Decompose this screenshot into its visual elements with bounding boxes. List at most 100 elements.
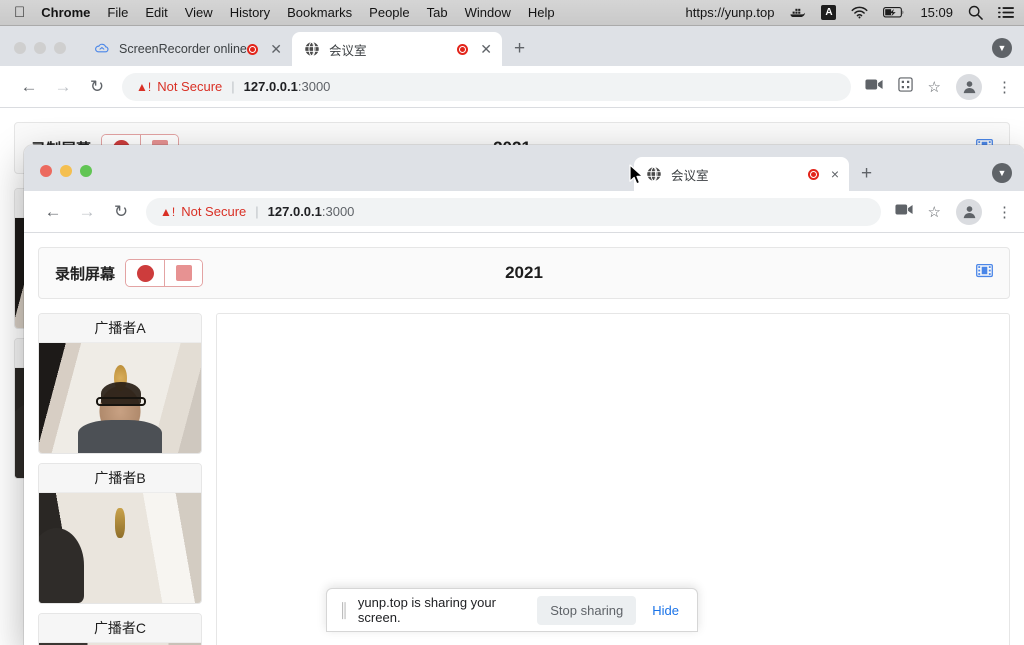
broadcaster-sidebar: 广播者A 广播者B 广播者C bbox=[38, 313, 202, 645]
front-zoom-button[interactable] bbox=[80, 165, 92, 177]
chevron-down-circle-icon: ▼ bbox=[992, 163, 1012, 183]
share-message: yunp.top is sharing your screen. bbox=[357, 595, 496, 625]
tab-title: 会议室 bbox=[671, 168, 709, 183]
new-tab-button[interactable]: + bbox=[849, 164, 884, 191]
back-arrow-icon[interactable]: ← bbox=[36, 202, 70, 222]
address-port: :3000 bbox=[297, 79, 331, 94]
front-tabs-container: 会议室 × + bbox=[634, 157, 884, 191]
back-omnibox-actions: ☆ ⋮ bbox=[859, 73, 1012, 100]
star-icon[interactable]: ☆ bbox=[928, 203, 941, 221]
menu-item-view[interactable]: View bbox=[185, 5, 213, 20]
input-source-icon[interactable]: A bbox=[821, 5, 837, 20]
search-icon[interactable] bbox=[968, 5, 983, 20]
address-separator: | bbox=[255, 204, 259, 219]
address-host: 127.0.0.1 bbox=[243, 79, 298, 94]
security-status-label: Not Secure bbox=[181, 204, 247, 219]
menu-item-tab[interactable]: Tab bbox=[427, 5, 448, 20]
globe-icon bbox=[646, 166, 662, 182]
front-window-traffic-lights bbox=[24, 165, 110, 191]
profile-avatar-icon[interactable] bbox=[956, 73, 982, 100]
menu-item-help[interactable]: Help bbox=[528, 5, 555, 20]
broadcaster-card-a[interactable]: 广播者A bbox=[38, 313, 202, 454]
tab-meeting-room-back[interactable]: 会议室 ✕ bbox=[292, 32, 502, 66]
back-window-tabstrip: ScreenRecorder online ✕ 会议室 ✕ + ▼ bbox=[0, 26, 1024, 66]
menu-item-edit[interactable]: Edit bbox=[145, 5, 167, 20]
menubar-status-area: https://yunp.top A 15:09 bbox=[671, 5, 1024, 20]
forward-arrow-icon[interactable]: → bbox=[70, 202, 104, 222]
address-host: 127.0.0.1 bbox=[267, 204, 322, 219]
mouse-cursor bbox=[629, 164, 645, 192]
warning-triangle-icon: ▲! bbox=[160, 204, 176, 219]
menu-item-history[interactable]: History bbox=[230, 5, 270, 20]
broadcaster-name: 广播者C bbox=[39, 614, 201, 643]
stop-sharing-button[interactable]: Stop sharing bbox=[537, 595, 637, 625]
warning-triangle-icon: ▲! bbox=[136, 79, 152, 94]
status-url: https://yunp.top bbox=[685, 5, 775, 20]
tab-screenrecorder-online[interactable]: ScreenRecorder online ✕ bbox=[82, 32, 292, 66]
tab-recording-indicator bbox=[457, 43, 469, 55]
new-tab-button[interactable]: + bbox=[502, 39, 537, 66]
address-port: :3000 bbox=[321, 204, 355, 219]
front-window-page: 录制屏幕 2021 广播者A 广播者B 广播者C bbox=[24, 247, 1024, 645]
front-omnibox-actions: ☆ ⋮ bbox=[889, 198, 1012, 225]
chevron-down-circle-icon: ▼ bbox=[992, 38, 1012, 58]
globe-icon bbox=[304, 41, 320, 57]
control-center-icon[interactable] bbox=[998, 6, 1014, 19]
extensions-icon[interactable] bbox=[897, 77, 913, 96]
front-record-card: 录制屏幕 2021 bbox=[38, 247, 1010, 299]
kebab-menu-icon[interactable]: ⋮ bbox=[997, 78, 1012, 96]
tab-meeting-room-front[interactable]: 会议室 × bbox=[634, 157, 849, 191]
address-bar[interactable]: ▲! Not Secure | 127.0.0.1 :3000 bbox=[146, 197, 881, 226]
star-icon[interactable]: ☆ bbox=[928, 78, 941, 96]
broadcaster-name: 广播者A bbox=[39, 314, 201, 343]
hide-button[interactable]: Hide bbox=[646, 603, 685, 618]
forward-arrow-icon[interactable]: → bbox=[46, 77, 80, 97]
menubar-clock: 15:09 bbox=[920, 5, 953, 20]
front-window-tabstrip: 会议室 × + ▼ bbox=[24, 145, 1024, 191]
menu-item-people[interactable]: People bbox=[369, 5, 409, 20]
close-icon[interactable]: ✕ bbox=[270, 42, 282, 56]
broadcaster-video-b[interactable] bbox=[39, 493, 201, 603]
cast-icon[interactable] bbox=[894, 203, 913, 220]
apple-icon[interactable]:  bbox=[14, 5, 25, 20]
security-status-label: Not Secure bbox=[157, 79, 223, 94]
front-minimize-button[interactable] bbox=[60, 165, 72, 177]
tab-title: ScreenRecorder online bbox=[119, 42, 247, 56]
tab-title: 会议室 bbox=[329, 43, 367, 58]
cast-icon[interactable] bbox=[864, 78, 883, 95]
reload-icon[interactable]: ↻ bbox=[80, 77, 114, 97]
broadcaster-name: 广播者B bbox=[39, 464, 201, 493]
wifi-icon[interactable] bbox=[851, 6, 868, 19]
docker-icon[interactable] bbox=[789, 6, 806, 20]
front-tab-list-button[interactable]: ▼ bbox=[992, 163, 1012, 183]
profile-avatar-icon[interactable] bbox=[956, 198, 982, 225]
reload-icon[interactable]: ↻ bbox=[104, 202, 138, 222]
back-window-omnibox-bar: ← → ↻ ▲! Not Secure | 127.0.0.1 :3000 ☆ … bbox=[0, 66, 1024, 108]
broadcaster-video-a[interactable] bbox=[39, 343, 201, 453]
front-close-button[interactable] bbox=[40, 165, 52, 177]
battery-charging-icon[interactable] bbox=[883, 6, 905, 19]
macos-menubar:  Chrome File Edit View History Bookmark… bbox=[0, 0, 1024, 26]
menu-item-chrome[interactable]: Chrome bbox=[41, 5, 90, 20]
address-bar[interactable]: ▲! Not Secure | 127.0.0.1 :3000 bbox=[122, 72, 851, 101]
foreground-browser-window: 会议室 × + ▼ ← → ↻ ▲! Not Secure | 127.0.0.… bbox=[24, 145, 1024, 645]
drag-grip-icon[interactable]: ║ bbox=[339, 602, 349, 618]
back-close-button[interactable] bbox=[14, 42, 26, 54]
back-arrow-icon[interactable]: ← bbox=[12, 77, 46, 97]
screen-share-notification: ║ yunp.top is sharing your screen. Stop … bbox=[326, 588, 698, 632]
film-strip-icon[interactable] bbox=[976, 263, 993, 283]
back-tab-list-button[interactable]: ▼ bbox=[992, 38, 1012, 58]
back-minimize-button[interactable] bbox=[34, 42, 46, 54]
menu-item-file[interactable]: File bbox=[107, 5, 128, 20]
tab-recording-indicator bbox=[807, 168, 819, 180]
close-icon[interactable]: ✕ bbox=[480, 42, 492, 56]
broadcaster-card-c[interactable]: 广播者C bbox=[38, 613, 202, 645]
kebab-menu-icon[interactable]: ⋮ bbox=[997, 203, 1012, 221]
menu-item-window[interactable]: Window bbox=[465, 5, 511, 20]
back-zoom-button[interactable] bbox=[54, 42, 66, 54]
broadcaster-card-b[interactable]: 广播者B bbox=[38, 463, 202, 604]
address-separator: | bbox=[231, 79, 235, 94]
page-title: 2021 bbox=[505, 263, 543, 282]
menu-item-bookmarks[interactable]: Bookmarks bbox=[287, 5, 352, 20]
close-icon[interactable]: × bbox=[831, 167, 839, 181]
